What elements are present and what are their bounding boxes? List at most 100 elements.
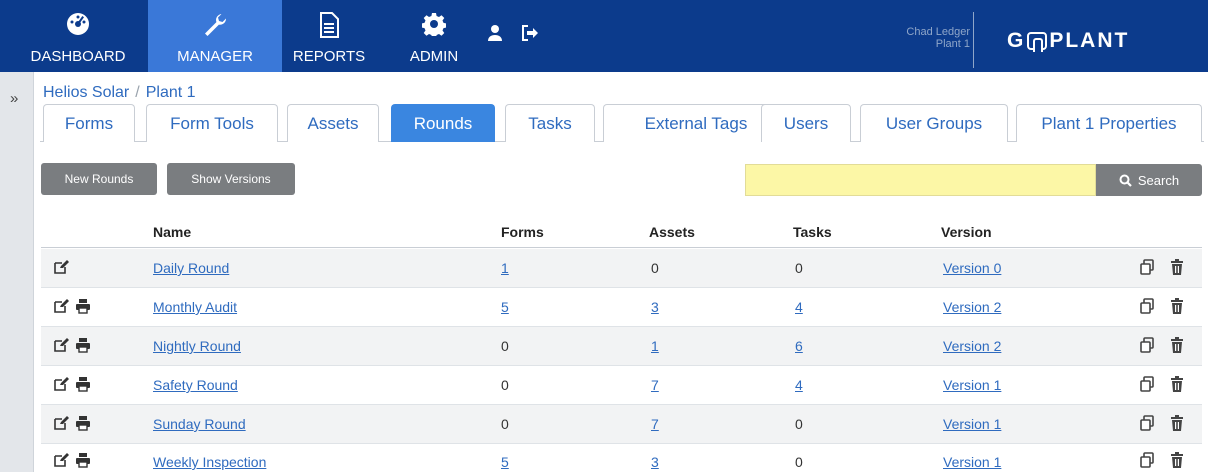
- gear-icon: [402, 12, 466, 36]
- table-row: Safety Round 0 7 4 Version 1: [41, 366, 1202, 405]
- header-divider: [973, 12, 974, 68]
- assets-count-link[interactable]: 7: [651, 416, 659, 432]
- table-row: Sunday Round 0 7 0 Version 1: [41, 405, 1202, 444]
- round-name-link[interactable]: Daily Round: [153, 260, 229, 276]
- version-link[interactable]: Version 1: [943, 416, 1001, 432]
- edit-icon[interactable]: [53, 259, 69, 275]
- tab-users[interactable]: Users: [761, 104, 851, 142]
- wrench-icon: [148, 12, 282, 36]
- trash-icon[interactable]: [1169, 337, 1185, 353]
- trash-icon[interactable]: [1169, 259, 1185, 275]
- copy-icon[interactable]: [1139, 452, 1155, 468]
- edit-icon[interactable]: [53, 376, 69, 392]
- table-row: Weekly Inspection 5 3 0 Version 1: [41, 444, 1202, 472]
- tasks-count: 0: [795, 416, 803, 432]
- breadcrumb: Helios Solar / Plant 1: [43, 84, 196, 102]
- table-row: Daily Round 1 0 0 Version 0: [41, 249, 1202, 288]
- collapsed-sidebar: »: [0, 72, 34, 472]
- version-link[interactable]: Version 2: [943, 338, 1001, 354]
- tab-forms[interactable]: Forms: [43, 104, 135, 142]
- logout-icon[interactable]: [521, 24, 541, 44]
- trash-icon[interactable]: [1169, 452, 1185, 468]
- column-header-name[interactable]: Name: [153, 224, 191, 240]
- column-header-forms[interactable]: Forms: [501, 224, 544, 240]
- tab-tasks[interactable]: Tasks: [505, 104, 595, 142]
- trash-icon[interactable]: [1169, 415, 1185, 431]
- top-navigation-bar: DASHBOARD MANAGER REPORTS ADMIN Chad Led…: [0, 0, 1208, 72]
- round-name-link[interactable]: Sunday Round: [153, 416, 246, 432]
- copy-icon[interactable]: [1139, 337, 1155, 353]
- round-name-link[interactable]: Safety Round: [153, 377, 238, 393]
- search-button[interactable]: Search: [1096, 164, 1202, 196]
- version-link[interactable]: Version 2: [943, 299, 1001, 315]
- forms-count: 0: [501, 377, 509, 393]
- nav-reports[interactable]: REPORTS: [284, 0, 374, 72]
- search-input[interactable]: [745, 164, 1096, 196]
- tasks-count-link[interactable]: 6: [795, 338, 803, 354]
- user-name: Chad Ledger: [906, 26, 970, 38]
- assets-count-link[interactable]: 3: [651, 299, 659, 315]
- assets-count-link[interactable]: 3: [651, 454, 659, 470]
- column-header-version[interactable]: Version: [941, 224, 992, 240]
- column-header-tasks[interactable]: Tasks: [793, 224, 832, 240]
- edit-icon[interactable]: [53, 415, 69, 431]
- assets-count: 0: [651, 260, 659, 276]
- trash-icon[interactable]: [1169, 376, 1185, 392]
- nav-dashboard[interactable]: DASHBOARD: [20, 0, 136, 72]
- print-icon[interactable]: [75, 376, 91, 392]
- assets-count-link[interactable]: 7: [651, 377, 659, 393]
- nav-reports-label: REPORTS: [292, 48, 366, 65]
- print-icon[interactable]: [75, 415, 91, 431]
- version-link[interactable]: Version 1: [943, 377, 1001, 393]
- copy-icon[interactable]: [1139, 376, 1155, 392]
- tasks-count-link[interactable]: 4: [795, 377, 803, 393]
- dashboard-gauge-icon: [20, 12, 136, 36]
- print-icon[interactable]: [75, 298, 91, 314]
- edit-icon[interactable]: [53, 452, 69, 468]
- edit-icon[interactable]: [53, 337, 69, 353]
- nav-admin[interactable]: ADMIN: [402, 0, 466, 72]
- copy-icon[interactable]: [1139, 415, 1155, 431]
- tasks-count-link[interactable]: 4: [795, 299, 803, 315]
- forms-count-link[interactable]: 5: [501, 454, 509, 470]
- tab-assets[interactable]: Assets: [287, 104, 379, 142]
- forms-count-link[interactable]: 5: [501, 299, 509, 315]
- round-name-link[interactable]: Nightly Round: [153, 338, 241, 354]
- table-row: Nightly Round 0 1 6 Version 2: [41, 327, 1202, 366]
- new-rounds-button[interactable]: New Rounds: [41, 163, 157, 195]
- copy-icon[interactable]: [1139, 298, 1155, 314]
- trash-icon[interactable]: [1169, 298, 1185, 314]
- edit-icon[interactable]: [53, 298, 69, 314]
- logo-suffix: PLANT: [1049, 29, 1130, 52]
- show-versions-button[interactable]: Show Versions: [167, 163, 295, 195]
- copy-icon[interactable]: [1139, 259, 1155, 275]
- round-name-link[interactable]: Monthly Audit: [153, 299, 237, 315]
- breadcrumb-site[interactable]: Helios Solar: [43, 84, 129, 102]
- nav-manager[interactable]: MANAGER: [148, 0, 282, 72]
- search-button-label: Search: [1137, 172, 1180, 188]
- tab-user-groups[interactable]: User Groups: [860, 104, 1008, 142]
- user-plant: Plant 1: [935, 38, 970, 50]
- tasks-count: 0: [795, 260, 803, 276]
- forms-count: 0: [501, 416, 509, 432]
- assets-count-link[interactable]: 1: [651, 338, 659, 354]
- nav-dashboard-label: DASHBOARD: [30, 48, 126, 65]
- breadcrumb-plant[interactable]: Plant 1: [146, 84, 196, 102]
- goplant-logo: G PLANT: [1007, 29, 1130, 52]
- logo-hand-icon: [1027, 32, 1048, 52]
- round-name-link[interactable]: Weekly Inspection: [153, 454, 266, 470]
- version-link[interactable]: Version 1: [943, 454, 1001, 470]
- tab-form-tools[interactable]: Form Tools: [146, 104, 278, 142]
- print-icon[interactable]: [75, 452, 91, 468]
- version-link[interactable]: Version 0: [943, 260, 1001, 276]
- print-icon[interactable]: [75, 337, 91, 353]
- tab-plant-properties[interactable]: Plant 1 Properties: [1016, 104, 1202, 142]
- sidebar-expand-toggle[interactable]: »: [10, 90, 18, 107]
- column-header-assets[interactable]: Assets: [649, 224, 695, 240]
- nav-manager-label: MANAGER: [177, 48, 253, 65]
- forms-count: 0: [501, 338, 509, 354]
- tab-rounds[interactable]: Rounds: [391, 104, 495, 142]
- forms-count-link[interactable]: 1: [501, 260, 509, 276]
- user-icon[interactable]: [486, 24, 506, 44]
- table-header: Name Forms Assets Tasks Version: [41, 214, 1202, 248]
